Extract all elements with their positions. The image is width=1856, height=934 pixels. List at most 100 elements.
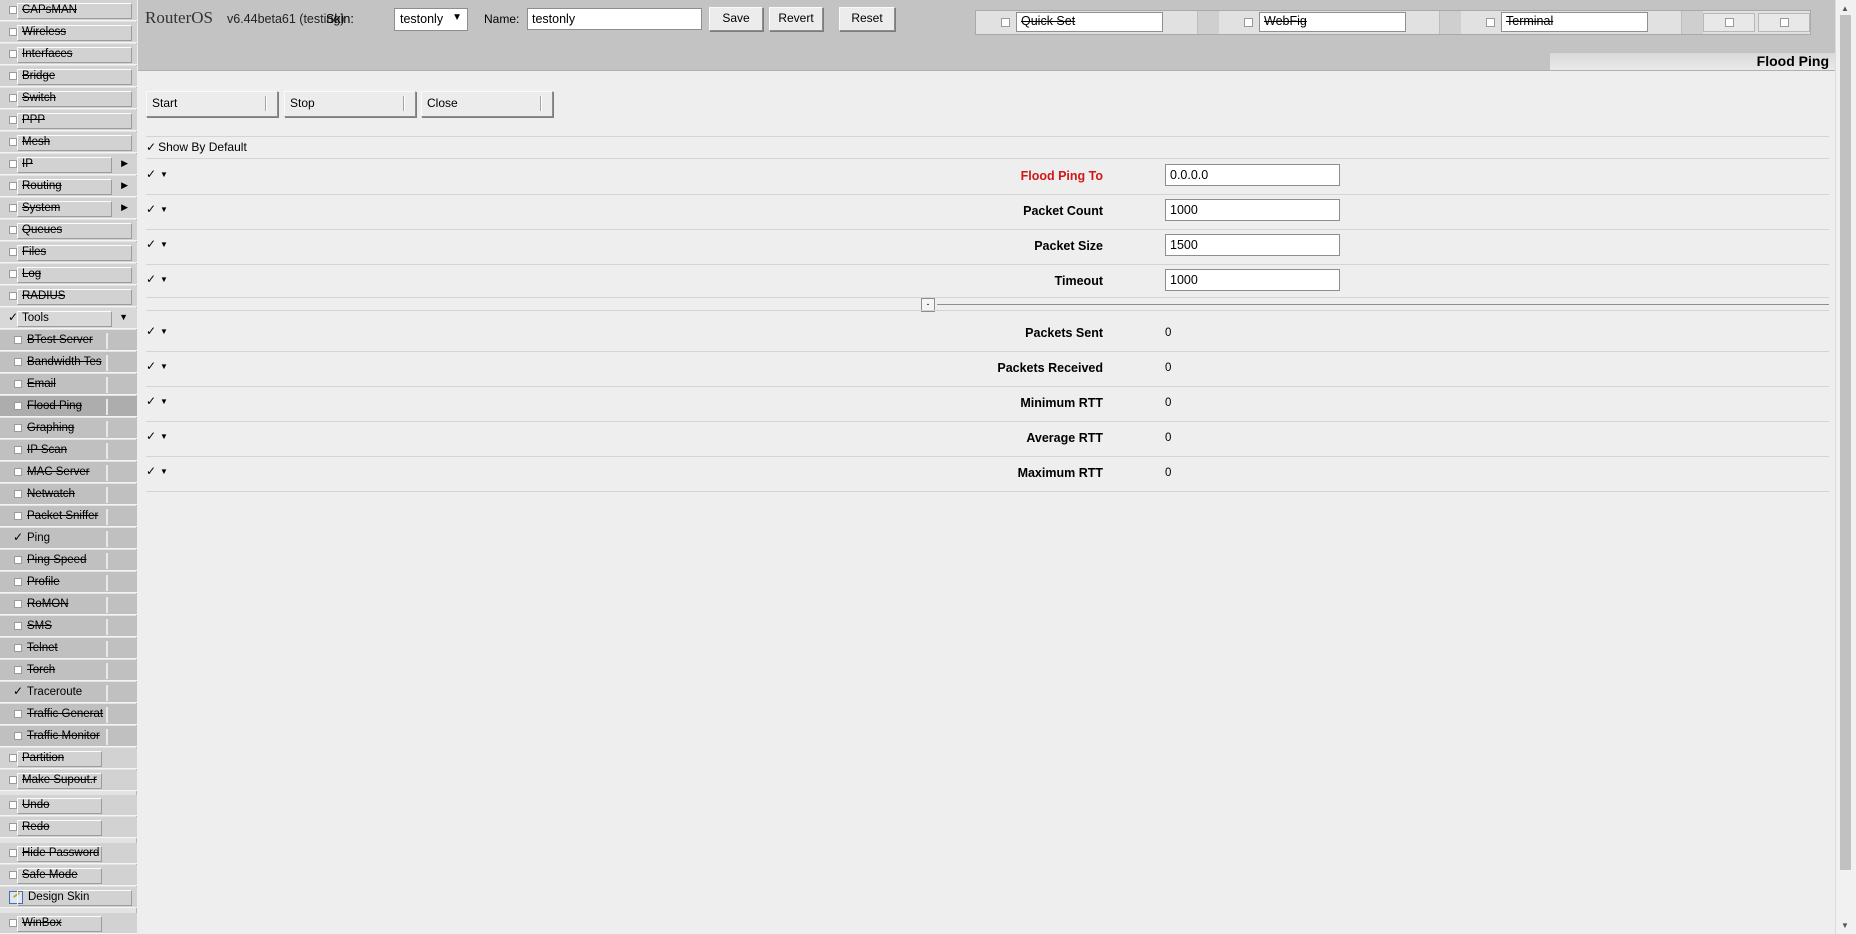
sidebar-subitem-packet-sniffer[interactable]: Packet Sniffer (0, 506, 137, 527)
checkbox-icon[interactable] (9, 919, 17, 927)
checkbox-icon[interactable] (14, 490, 22, 498)
checkmark-icon[interactable]: ✓ (146, 394, 156, 408)
tab-quick-set[interactable]: Quick Set (976, 11, 1219, 34)
checkbox-icon[interactable] (9, 226, 17, 234)
reset-button[interactable]: Reset (839, 7, 895, 31)
show-by-default-toggle[interactable]: ✓ Show By Default (146, 140, 247, 154)
chevron-down-icon[interactable]: ▼ (160, 397, 168, 406)
quick-tab-empty-1[interactable] (1703, 13, 1755, 32)
chevron-down-icon[interactable]: ▼ (160, 205, 168, 214)
sidebar-item-files[interactable]: Files (0, 242, 137, 263)
checkmark-icon[interactable]: ✓ (8, 310, 18, 324)
sidebar-item-design-skin[interactable]: Design Skin (0, 887, 137, 908)
checkbox-icon[interactable] (14, 402, 22, 410)
sidebar-item-winbox[interactable]: WinBox (0, 913, 137, 934)
sidebar-subitem-telnet[interactable]: Telnet (0, 638, 137, 659)
checkbox-icon[interactable] (14, 336, 22, 344)
scrollbar-thumb[interactable] (1840, 15, 1851, 870)
checkbox-icon[interactable] (9, 138, 17, 146)
sidebar-item-ppp[interactable]: PPP (0, 110, 137, 131)
sidebar-subitem-email[interactable]: Email (0, 374, 137, 395)
sidebar-subitem-btest-server[interactable]: BTest Server (0, 330, 137, 351)
sidebar-subitem-traceroute[interactable]: ✓ Traceroute (0, 682, 137, 703)
sidebar-item-ip[interactable]: IP ▶ (0, 154, 137, 175)
checkbox-icon[interactable] (14, 622, 22, 630)
sidebar-subitem-ip-scan[interactable]: IP Scan (0, 440, 137, 461)
sidebar-item-make-supout[interactable]: Make Supout.r (0, 770, 137, 791)
checkbox-icon[interactable] (9, 160, 17, 168)
checkbox-icon[interactable] (14, 600, 22, 608)
checkbox-icon[interactable] (1780, 18, 1789, 27)
timeout-input[interactable] (1165, 269, 1340, 291)
checkbox-icon[interactable] (9, 823, 17, 831)
chevron-down-icon[interactable]: ▼ (160, 362, 168, 371)
checkmark-icon[interactable]: ✓ (146, 272, 156, 286)
checkbox-icon[interactable] (9, 204, 17, 212)
checkbox-icon[interactable] (9, 776, 17, 784)
sidebar-item-bridge[interactable]: Bridge (0, 66, 137, 87)
expand-arrow-icon[interactable]: ▶ (121, 180, 128, 191)
checkbox-icon[interactable] (9, 248, 17, 256)
checkbox-icon[interactable] (9, 849, 17, 857)
sidebar-item-hide-password[interactable]: Hide Password (0, 843, 137, 864)
chevron-down-icon[interactable]: ▼ (160, 432, 168, 441)
checkmark-icon[interactable]: ✓ (146, 429, 156, 443)
scroll-up-icon[interactable]: ▲ (1841, 4, 1849, 13)
chevron-down-icon[interactable]: ▼ (160, 240, 168, 249)
sidebar-item-wireless[interactable]: Wireless (0, 22, 137, 43)
flood-ping-to-input[interactable] (1165, 164, 1340, 186)
sidebar-item-mesh[interactable]: Mesh (0, 132, 137, 153)
sidebar-item-capsman[interactable]: CAPsMAN (0, 0, 137, 21)
chevron-down-icon[interactable]: ▼ (160, 327, 168, 336)
sidebar-subitem-mac-server[interactable]: MAC Server (0, 462, 137, 483)
checkmark-icon[interactable]: ✓ (146, 464, 156, 478)
checkmark-icon[interactable]: ✓ (13, 530, 23, 544)
sidebar-item-safe-mode[interactable]: Safe Mode (0, 865, 137, 886)
checkbox-icon[interactable] (14, 732, 22, 740)
sidebar-item-radius[interactable]: RADIUS (0, 286, 137, 307)
checkbox-icon[interactable] (14, 446, 22, 454)
sidebar-item-log[interactable]: Log (0, 264, 137, 285)
checkbox-icon[interactable] (9, 28, 17, 36)
sidebar-subitem-ping[interactable]: ✓ Ping (0, 528, 137, 549)
checkbox-icon[interactable] (14, 666, 22, 674)
checkmark-icon[interactable]: ✓ (13, 684, 23, 698)
sidebar-item-partition[interactable]: Partition (0, 748, 137, 769)
save-button[interactable]: Save (709, 7, 763, 31)
close-button[interactable]: Close (421, 91, 553, 117)
sidebar-subitem-sms[interactable]: SMS (0, 616, 137, 637)
checkbox-icon[interactable] (9, 270, 17, 278)
sidebar-item-interfaces[interactable]: Interfaces (0, 44, 137, 65)
sidebar-subitem-romon[interactable]: RoMON (0, 594, 137, 615)
expand-arrow-icon[interactable]: ▶ (121, 202, 128, 213)
tab-webfig[interactable]: WebFig (1219, 11, 1461, 34)
checkbox-icon[interactable] (14, 468, 22, 476)
sidebar-subitem-netwatch[interactable]: Netwatch (0, 484, 137, 505)
sidebar-item-redo[interactable]: Redo (0, 817, 137, 838)
checkbox-icon[interactable] (9, 94, 17, 102)
revert-button[interactable]: Revert (769, 7, 823, 31)
checkbox-icon[interactable] (14, 512, 22, 520)
quick-tab-empty-2[interactable] (1758, 13, 1810, 32)
sidebar-subitem-traffic-monitor[interactable]: Traffic Monitor (0, 726, 137, 747)
sidebar-item-tools[interactable]: ✓ Tools ▼ (0, 308, 137, 329)
sidebar-item-routing[interactable]: Routing ▶ (0, 176, 137, 197)
skin-select[interactable]: testonly ▼ (394, 8, 468, 31)
sidebar-subitem-profile[interactable]: Profile (0, 572, 137, 593)
expand-arrow-icon[interactable]: ▶ (121, 158, 128, 169)
checkmark-icon[interactable]: ✓ (146, 324, 156, 338)
checkmark-icon[interactable]: ✓ (146, 140, 156, 154)
checkbox-icon[interactable] (9, 50, 17, 58)
checkbox-icon[interactable] (1486, 18, 1495, 27)
sidebar-subitem-bandwidth-test[interactable]: Bandwidth Tes (0, 352, 137, 373)
checkbox-icon[interactable] (9, 6, 17, 14)
sidebar-item-system[interactable]: System ▶ (0, 198, 137, 219)
collapse-arrow-icon[interactable]: ▼ (119, 312, 128, 322)
checkbox-icon[interactable] (14, 556, 22, 564)
checkbox-icon[interactable] (14, 380, 22, 388)
checkbox-icon[interactable] (9, 754, 17, 762)
checkmark-icon[interactable]: ✓ (146, 359, 156, 373)
checkbox-icon[interactable] (14, 424, 22, 432)
stop-button[interactable]: Stop (284, 91, 416, 117)
sidebar-subitem-flood-ping[interactable]: Flood Ping (0, 396, 137, 417)
